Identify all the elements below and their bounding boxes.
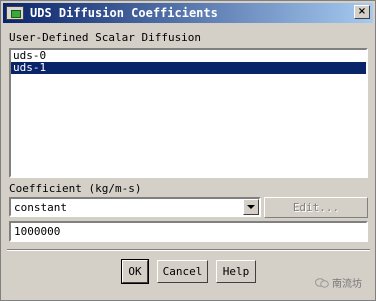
scalar-diffusion-label: User-Defined Scalar Diffusion [9, 31, 202, 44]
method-dropdown-value: constant [14, 201, 67, 214]
list-item-uds-1[interactable]: uds-1 [11, 62, 366, 74]
chevron-down-icon [247, 204, 255, 209]
help-button[interactable]: Help [216, 260, 256, 283]
title-bar[interactable]: UDS Diffusion Coefficients × [3, 3, 373, 23]
button-separator [7, 249, 370, 251]
cancel-button[interactable]: Cancel [157, 260, 208, 283]
app-icon [6, 6, 24, 20]
window-title: UDS Diffusion Coefficients [30, 6, 218, 20]
list-item-uds-0[interactable]: uds-0 [11, 50, 366, 62]
watermark: 南流坊 [315, 275, 362, 290]
wechat-icon [315, 277, 329, 288]
ok-button[interactable]: OK [121, 259, 149, 284]
close-button[interactable]: × [354, 5, 370, 19]
watermark-text: 南流坊 [332, 279, 362, 290]
scalar-list[interactable]: uds-0 uds-1 [9, 48, 368, 178]
coefficient-label: Coefficient (kg/m-s) [9, 182, 142, 195]
edit-button[interactable]: Edit... [264, 197, 368, 218]
dropdown-arrow-button[interactable] [243, 199, 259, 215]
uds-diffusion-dialog: UDS Diffusion Coefficients × User-Define… [0, 0, 376, 301]
coefficient-value-input[interactable]: 1000000 [9, 221, 368, 242]
method-dropdown[interactable]: constant [9, 197, 261, 217]
